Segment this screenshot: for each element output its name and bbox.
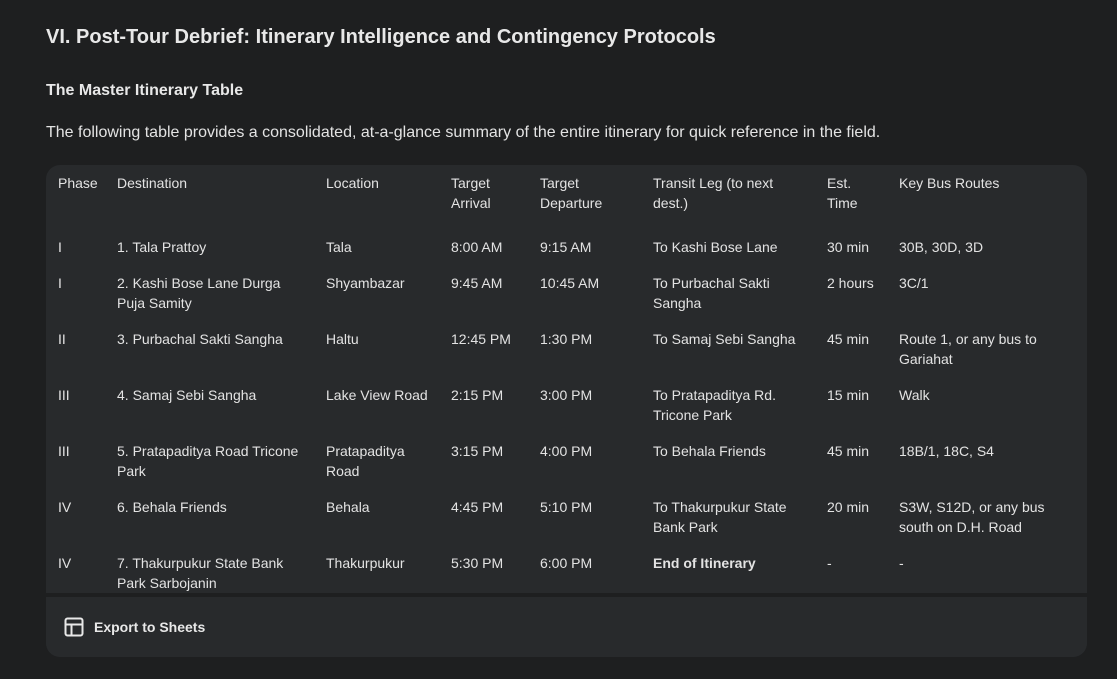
cell-bus-routes: 18B/1, 18C, S4	[899, 443, 994, 459]
cell-destination: 2. Kashi Bose Lane Durga Puja Samity	[117, 275, 281, 311]
cell-bus-routes: 3C/1	[899, 275, 929, 291]
table-row: I 1. Tala Prattoy Tala 8:00 AM 9:15 AM T…	[46, 221, 1087, 265]
cell-transit-leg: To Behala Friends	[653, 443, 766, 459]
cell-departure: 3:00 PM	[540, 387, 593, 403]
cell-departure: 9:15 AM	[540, 239, 592, 255]
cell-destination: 6. Behala Friends	[117, 499, 227, 515]
header-key-bus-routes: Key Bus Routes	[899, 175, 1000, 191]
cell-destination: 3. Purbachal Sakti Sangha	[117, 331, 283, 347]
cell-est-time: 30 min	[827, 239, 870, 255]
cell-est-time: 45 min	[827, 443, 870, 459]
cell-est-time: 20 min	[827, 499, 870, 515]
cell-bus-routes: Walk	[899, 387, 930, 403]
cell-destination: 4. Samaj Sebi Sangha	[117, 387, 257, 403]
cell-transit-leg: To Kashi Bose Lane	[653, 239, 778, 255]
cell-arrival: 2:15 PM	[451, 387, 504, 403]
cell-destination: 5. Pratapaditya Road Tricone Park	[117, 443, 299, 479]
cell-location: Lake View Road	[326, 387, 428, 403]
cell-bus-routes: Route 1, or any bus to Gariahat	[899, 331, 1037, 367]
cell-location: Pratapaditya Road	[326, 443, 405, 479]
intro-text: The following table provides a consolida…	[46, 124, 881, 141]
cell-location: Shyambazar	[326, 275, 405, 291]
cell-phase: III	[58, 443, 70, 459]
cell-location: Haltu	[326, 331, 359, 347]
table-header-row: Phase Destination Location Target Arriva…	[46, 165, 1087, 221]
cell-bus-routes: 30B, 30D, 3D	[899, 239, 984, 255]
cell-phase: I	[58, 239, 62, 255]
cell-bus-routes: S3W, S12D, or any bus south on D.H. Road	[899, 499, 1045, 535]
header-location: Location	[326, 175, 379, 191]
cell-arrival: 9:45 AM	[451, 275, 503, 291]
export-to-sheets-label: Export to Sheets	[94, 619, 206, 635]
cell-departure: 4:00 PM	[540, 443, 593, 459]
header-transit-leg: Transit Leg (to next dest.)	[653, 175, 774, 211]
header-est-time: Est. Time	[827, 175, 858, 211]
itinerary-table: Phase Destination Location Target Arriva…	[46, 165, 1087, 601]
table-row: IV 6. Behala Friends Behala 4:45 PM 5:10…	[46, 489, 1087, 545]
cell-departure: 1:30 PM	[540, 331, 593, 347]
table-row: II 3. Purbachal Sakti Sangha Haltu 12:45…	[46, 321, 1087, 377]
cell-arrival: 4:45 PM	[451, 499, 504, 515]
export-to-sheets-button[interactable]: Export to Sheets	[64, 613, 205, 641]
cell-arrival: 8:00 AM	[451, 239, 503, 255]
subsection-title: The Master Itinerary Table	[46, 82, 244, 99]
table-icon	[64, 617, 84, 637]
table-row: III 4. Samaj Sebi Sangha Lake View Road …	[46, 377, 1087, 433]
cell-arrival: 12:45 PM	[451, 331, 511, 347]
cell-departure: 5:10 PM	[540, 499, 593, 515]
cell-est-time: 2 hours	[827, 275, 874, 291]
cell-phase: IV	[58, 499, 72, 515]
section-title: VI. Post-Tour Debrief: Itinerary Intelli…	[46, 26, 716, 48]
itinerary-table-card: Phase Destination Location Target Arriva…	[46, 165, 1087, 657]
cell-departure: 10:45 AM	[540, 275, 600, 291]
page: VI. Post-Tour Debrief: Itinerary Intelli…	[0, 0, 1117, 679]
cell-arrival: 3:15 PM	[451, 443, 504, 459]
cell-est-time: 45 min	[827, 331, 870, 347]
cell-transit-leg: To Pratapaditya Rd. Tricone Park	[653, 387, 776, 423]
cell-transit-leg: To Samaj Sebi Sangha	[653, 331, 796, 347]
cell-est-time: 15 min	[827, 387, 870, 403]
cell-phase: II	[58, 331, 66, 347]
cell-location: Tala	[326, 239, 352, 255]
table-footer: Export to Sheets	[46, 593, 1087, 657]
table-row: III 5. Pratapaditya Road Tricone Park Pr…	[46, 433, 1087, 489]
header-destination: Destination	[117, 175, 188, 191]
cell-transit-leg: To Purbachal Sakti Sangha	[653, 275, 770, 311]
table-row: I 2. Kashi Bose Lane Durga Puja Samity S…	[46, 265, 1087, 321]
cell-phase: I	[58, 275, 62, 291]
cell-phase: III	[58, 387, 70, 403]
cell-location: Behala	[326, 499, 370, 515]
header-target-arrival: Target Arrival	[451, 175, 491, 211]
cell-transit-leg: To Thakurpukur State Bank Park	[653, 499, 787, 535]
cell-destination: 1. Tala Prattoy	[117, 239, 207, 255]
header-target-departure: Target Departure	[540, 175, 603, 211]
header-phase: Phase	[58, 175, 98, 191]
